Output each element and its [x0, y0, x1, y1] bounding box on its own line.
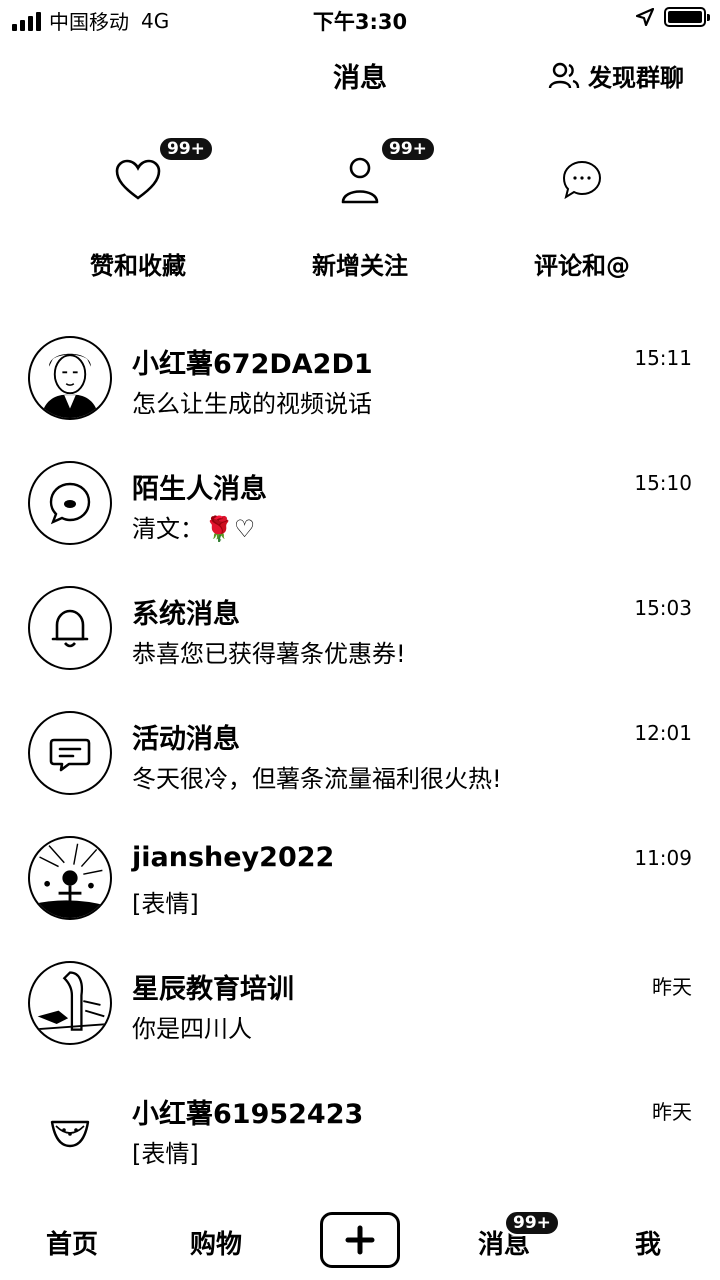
message-preview: 清文：🌹♡: [132, 515, 256, 543]
list-item[interactable]: 星辰教育培训 你是四川人 昨天: [0, 955, 720, 1080]
status-time: 下午3:30: [312, 10, 408, 34]
message-time: 15:03: [634, 596, 692, 620]
post-button[interactable]: [320, 1212, 400, 1268]
list-item[interactable]: 小红薯672DA2D1 怎么让生成的视频说话 15:11: [0, 330, 720, 455]
message-title: jianshey2022: [132, 842, 335, 873]
user-photo-avatar: [28, 836, 112, 920]
message-title: 系统消息: [132, 599, 240, 630]
message-time: 15:10: [634, 471, 692, 495]
message-time: 11:09: [634, 846, 692, 870]
message-time: 15:11: [634, 346, 692, 370]
message-preview: 恭喜您已获得薯条优惠券!: [132, 640, 406, 668]
message-title: 活动消息: [132, 724, 240, 755]
message-preview: 怎么让生成的视频说话: [132, 390, 372, 418]
bell-icon: [28, 586, 112, 670]
people-icon: [548, 62, 580, 88]
person-icon: [330, 150, 390, 210]
likes-and-collections[interactable]: 99+ 赞和收藏: [28, 130, 248, 280]
discover-group-chat-button[interactable]: 发现群聊: [548, 58, 684, 93]
comment-icon: [552, 150, 612, 210]
comments-and-mentions[interactable]: 评论和@: [472, 130, 692, 280]
message-time: 昨天: [652, 975, 692, 999]
tab-bar: 首页 购物 消息 99+ 我: [0, 1200, 720, 1280]
message-time: 昨天: [652, 1100, 692, 1124]
message-time: 12:01: [634, 721, 692, 745]
watermelon-icon: [28, 1086, 112, 1170]
message-title: 小红薯61952423: [132, 1099, 364, 1130]
header: 消息 发现群聊: [0, 50, 720, 100]
list-item[interactable]: 活动消息 冬天很冷，但薯条流量福利很火热! 12:01: [0, 705, 720, 830]
message-preview: [表情]: [132, 1140, 199, 1168]
location-icon: [636, 8, 654, 26]
likes-badge: 99+: [158, 136, 214, 162]
comments-label: 评论和@: [534, 252, 630, 280]
list-item[interactable]: 系统消息 恭喜您已获得薯条优惠券! 15:03: [0, 580, 720, 705]
messages-tab-badge: 99+: [504, 1210, 560, 1236]
followers-badge: 99+: [380, 136, 436, 162]
list-item[interactable]: 小红薯61952423 [表情] 昨天: [0, 1080, 720, 1205]
message-title: 星辰教育培训: [132, 974, 294, 1005]
likes-label: 赞和收藏: [90, 252, 186, 280]
tab-home[interactable]: 首页: [12, 1224, 132, 1261]
message-list: 小红薯672DA2D1 怎么让生成的视频说话 15:11 陌生人消息 清文：🌹♡…: [0, 330, 720, 1205]
message-preview: 冬天很冷，但薯条流量福利很火热!: [132, 765, 502, 793]
quick-sections: 99+ 赞和收藏 99+ 新增关注 评论和@: [0, 130, 720, 280]
message-title: 陌生人消息: [132, 474, 267, 505]
user-photo-avatar: [28, 336, 112, 420]
message-preview: [表情]: [132, 890, 199, 918]
list-item[interactable]: jianshey2022 [表情] 11:09: [0, 830, 720, 955]
heart-icon: [108, 150, 168, 210]
tab-me[interactable]: 我: [588, 1224, 708, 1261]
followers-label: 新增关注: [312, 252, 408, 280]
message-title: 小红薯672DA2D1: [132, 349, 373, 380]
user-photo-avatar: [28, 961, 112, 1045]
status-right: [636, 7, 710, 27]
new-followers[interactable]: 99+ 新增关注: [250, 130, 470, 280]
plus-icon: [345, 1225, 375, 1255]
battery-icon: [664, 7, 710, 27]
discover-label: 发现群聊: [588, 64, 684, 92]
status-bar: 中国移动 4G 下午3:30: [0, 0, 720, 40]
activity-message-icon: [28, 711, 112, 795]
list-item[interactable]: 陌生人消息 清文：🌹♡ 15:10: [0, 455, 720, 580]
stranger-chat-icon: [28, 461, 112, 545]
message-preview: 你是四川人: [132, 1015, 252, 1043]
tab-shop[interactable]: 购物: [156, 1224, 276, 1261]
